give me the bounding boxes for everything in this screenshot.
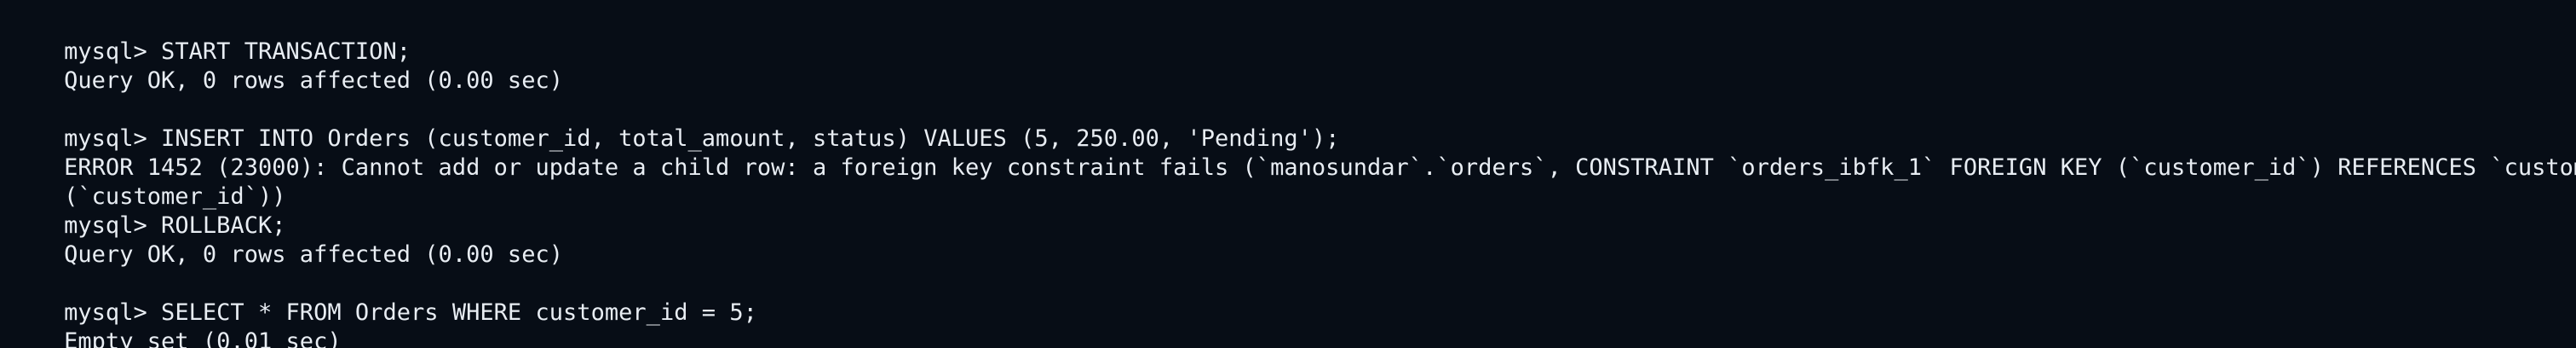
foreign-key-error-continuation: (`customer_id`)) [64,183,286,210]
query-ok-output: Query OK, 0 rows affected (0.00 sec) [64,67,564,94]
command-rollback: ROLLBACK; [161,212,286,239]
mysql-prompt: mysql> [64,125,162,152]
command-select-orders: SELECT * FROM Orders WHERE customer_id =… [161,299,757,326]
mysql-prompt: mysql> [64,38,162,65]
rollback-output: Query OK, 0 rows affected (0.00 sec) [64,241,564,268]
command-start-transaction: START TRANSACTION; [161,38,411,65]
mysql-prompt: mysql> [64,212,162,239]
terminal-window[interactable]: mysql> START TRANSACTION; Query OK, 0 ro… [0,0,2576,348]
terminal-line-command: mysql> INSERT INTO Orders (customer_id, … [9,96,2567,152]
command-insert-orders: INSERT INTO Orders (customer_id, total_a… [161,125,1340,152]
terminal-line-command: mysql> SELECT * FROM Orders WHERE custom… [9,270,2567,326]
terminal-line-command: mysql> START TRANSACTION; [9,9,2567,65]
terminal-line-command: mysql> ROLLBACK; [9,183,2567,239]
foreign-key-error-output: ERROR 1452 (23000): Cannot add or update… [64,154,2576,181]
terminal-line-output: Query OK, 0 rows affected (0.00 sec) [9,212,2567,268]
mysql-prompt: mysql> [64,299,162,326]
empty-set-output: Empty set (0.01 sec) [64,328,342,348]
